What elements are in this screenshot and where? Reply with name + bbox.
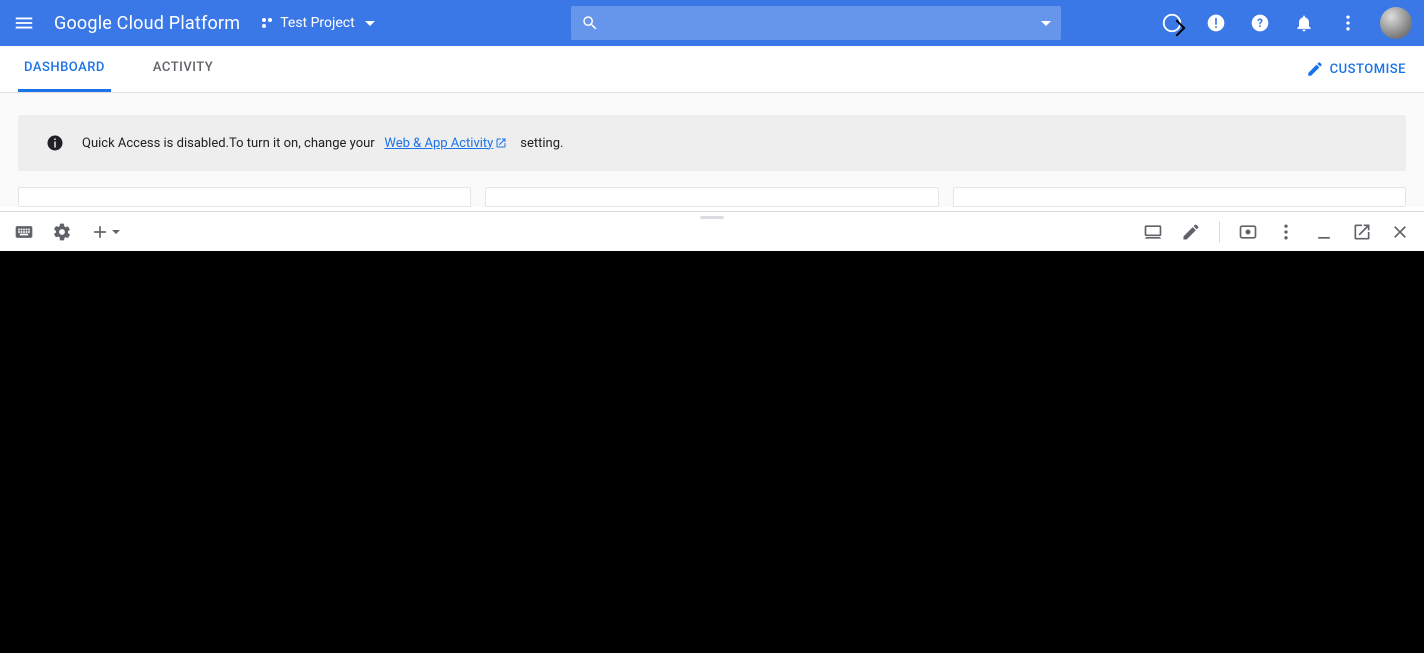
- help-icon[interactable]: ?: [1248, 11, 1272, 35]
- more-vert-icon[interactable]: [1276, 222, 1296, 242]
- search-bar[interactable]: [571, 6, 1061, 40]
- content-area: Quick Access is disabled.To turn it on, …: [0, 93, 1424, 207]
- tab-bar: DASHBOARD ACTIVITY CUSTOMISE: [0, 46, 1424, 93]
- dashboard-card: [18, 187, 471, 207]
- settings-icon[interactable]: [52, 222, 72, 242]
- cloud-shell-terminal[interactable]: [0, 251, 1424, 653]
- keyboard-icon[interactable]: [14, 222, 34, 242]
- banner-suffix: setting.: [520, 136, 563, 151]
- top-header: Google Cloud Platform Test Project ?: [0, 0, 1424, 46]
- menu-icon[interactable]: [12, 11, 36, 35]
- avatar[interactable]: [1380, 7, 1412, 39]
- quick-access-banner: Quick Access is disabled.To turn it on, …: [18, 115, 1406, 171]
- svg-text:?: ?: [1257, 16, 1263, 30]
- product-name[interactable]: Google Cloud Platform: [54, 13, 240, 34]
- customise-button[interactable]: CUSTOMISE: [1306, 46, 1406, 92]
- caret-down-icon: [112, 230, 120, 234]
- add-tab-button[interactable]: [90, 222, 120, 242]
- search-icon: [581, 14, 599, 32]
- notifications-icon[interactable]: [1292, 11, 1316, 35]
- tab-dashboard[interactable]: DASHBOARD: [18, 46, 111, 92]
- alert-icon[interactable]: [1204, 11, 1228, 35]
- search-dropdown-icon[interactable]: [1041, 21, 1051, 26]
- tab-activity[interactable]: ACTIVITY: [147, 46, 219, 92]
- divider: [1219, 221, 1220, 243]
- caret-down-icon: [365, 21, 375, 26]
- cloud-shell-toolbar: [0, 211, 1424, 251]
- laptop-icon[interactable]: [1143, 222, 1163, 242]
- external-link-icon: [495, 137, 507, 149]
- drag-handle[interactable]: [700, 216, 724, 219]
- preview-icon[interactable]: [1238, 222, 1258, 242]
- more-vert-icon[interactable]: [1336, 11, 1360, 35]
- close-icon[interactable]: [1390, 222, 1410, 242]
- cloud-shell-icon[interactable]: [1160, 11, 1184, 35]
- open-in-new-icon[interactable]: [1352, 222, 1372, 242]
- search-input[interactable]: [609, 15, 1031, 31]
- dashboard-card: [953, 187, 1406, 207]
- project-dots-icon: [262, 18, 272, 28]
- banner-link-label: Web & App Activity: [384, 136, 493, 151]
- customise-label: CUSTOMISE: [1330, 62, 1406, 77]
- project-selector[interactable]: Test Project: [262, 15, 374, 31]
- info-icon: [46, 134, 64, 152]
- plus-icon: [90, 222, 110, 242]
- edit-icon[interactable]: [1181, 222, 1201, 242]
- pencil-icon: [1306, 60, 1324, 78]
- banner-prefix: Quick Access is disabled.To turn it on, …: [82, 136, 375, 151]
- web-app-activity-link[interactable]: Web & App Activity: [384, 136, 507, 151]
- dashboard-card: [485, 187, 938, 207]
- header-right: ?: [1160, 7, 1412, 39]
- cards-row: [18, 187, 1406, 207]
- project-name: Test Project: [280, 15, 354, 31]
- minimize-icon[interactable]: [1314, 222, 1334, 242]
